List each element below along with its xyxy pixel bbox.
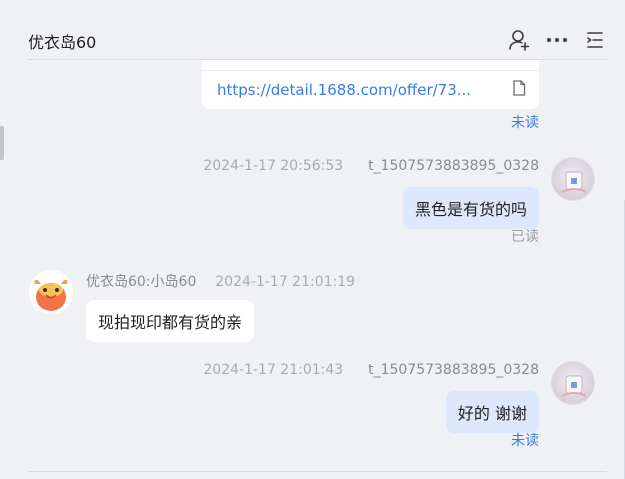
more-icon [547, 38, 567, 42]
message-sender: t_1507573883895_0328 [368, 158, 539, 174]
message-time: 2024-1-17 20:56:53 [203, 158, 344, 174]
message-bubble[interactable]: 好的 谢谢 [445, 391, 539, 433]
message-bubble[interactable]: 现拍现印都有货的亲 [86, 300, 255, 342]
message-meta: 2024-1-17 20:56:53 t_1507573883895_0328 [203, 158, 539, 174]
chat-title: 优衣岛60 [28, 33, 97, 52]
bull-avatar-icon [29, 270, 73, 314]
message-status: 已读 [511, 229, 539, 245]
avatar[interactable] [29, 270, 73, 314]
divider [28, 471, 607, 472]
card-divider [202, 70, 539, 71]
document-icon[interactable] [512, 80, 526, 96]
add-contact-button[interactable] [507, 28, 531, 52]
user-avatar-icon [561, 171, 587, 193]
menu-list-icon [587, 32, 603, 48]
avatar[interactable] [551, 157, 595, 201]
chat-header: 优衣岛60 [28, 0, 607, 60]
avatar[interactable] [551, 361, 595, 405]
message-meta: 优衣岛60:小岛60 2024-1-17 21:01:19 [86, 271, 355, 291]
menu-button[interactable] [583, 28, 607, 52]
more-button[interactable] [545, 28, 569, 52]
user-avatar-icon [561, 375, 587, 397]
message-bubble[interactable]: 黑色是有货的吗 [402, 187, 539, 229]
resize-handle[interactable] [0, 126, 4, 160]
message-status: 未读 [511, 433, 539, 449]
chat-window: 优衣岛60 https://detail.1688.com/offer/73..… [0, 0, 625, 479]
message-sender: 优衣岛60:小岛60 [86, 274, 197, 290]
message-sender: t_1507573883895_0328 [368, 362, 539, 378]
message-time: 2024-1-17 21:01:43 [203, 362, 344, 378]
link-card-status: 未读 [511, 115, 539, 131]
message-meta: 2024-1-17 21:01:43 t_1507573883895_0328 [203, 362, 539, 378]
header-actions [507, 28, 607, 52]
link-card-message[interactable]: https://detail.1688.com/offer/73... [202, 60, 539, 109]
link-url[interactable]: https://detail.1688.com/offer/73... [217, 81, 471, 99]
add-contact-icon [509, 30, 530, 51]
message-time: 2024-1-17 21:01:19 [215, 274, 356, 290]
